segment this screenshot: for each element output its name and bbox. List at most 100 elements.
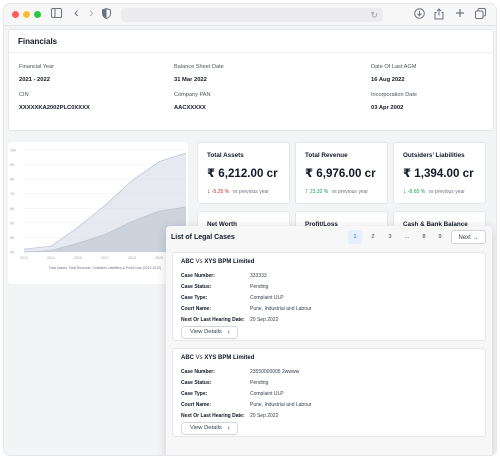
arrow-right-icon: →: [472, 235, 479, 241]
x-tick-label: 2012: [20, 256, 28, 260]
incorporation-date-label: Incorporation Date: [371, 92, 418, 98]
page-ellipsis: ...: [404, 234, 410, 240]
download-icon[interactable]: [414, 8, 425, 23]
trend-percent: -8.65 %: [407, 189, 426, 195]
x-tick-label: 2015: [74, 256, 82, 260]
legal-case-card: ABC Vs XYS BPM Limited Case Number: 3333…: [172, 252, 486, 341]
page-8-button[interactable]: 8: [417, 230, 431, 244]
financials-chart: 10K 9K 8K 7K 6K 5K 4K 3K 2012 2014 2015 2017 2019 202…: [8, 142, 188, 284]
financial-year-label: Financial Year: [19, 64, 55, 70]
stat-title: Total Revenue: [305, 152, 348, 159]
browser-toolbar: ‹ › ↻: [4, 4, 496, 26]
financial-year-value: 2021 - 2022: [19, 77, 50, 83]
court-name-value: Pune, Industrial and Labour: [250, 402, 312, 408]
court-name-value: Pune, Industrial and Labour: [250, 306, 312, 312]
total-assets-card: Total Assets ₹ 6,212.00 cr ↓ -5.25 % vs …: [197, 142, 290, 204]
y-tick-label: 7K: [10, 192, 15, 196]
chevron-right-icon: ›: [227, 329, 230, 336]
cin-label: CIN: [19, 92, 29, 98]
legal-cases-panel: List of Legal Cases 1 2 3 ... 8 9 Next →…: [166, 226, 492, 455]
company-pan-value: AACXXXXX: [174, 105, 206, 111]
browser-window: ‹ › ↻ Financials Financial Year 2021 - 2…: [3, 3, 497, 456]
y-tick-label: 8K: [10, 178, 15, 182]
arrow-down-icon: ↓: [403, 188, 407, 195]
y-tick-label: 4K: [10, 236, 15, 240]
page-3-button[interactable]: 3: [383, 230, 397, 244]
share-icon[interactable]: [434, 8, 444, 24]
new-tab-icon[interactable]: [455, 8, 465, 22]
legal-cases-title: List of Legal Cases: [171, 234, 235, 241]
chart-caption: Total Assets, Total Revenue, Outsiders L…: [49, 266, 161, 270]
arrow-up-icon: ↑: [305, 188, 309, 195]
case-status-value: Pending: [250, 284, 269, 290]
view-details-button[interactable]: View Details ›: [181, 326, 238, 339]
case-type-value: Complaint ULP: [250, 391, 284, 397]
case-type-value: Complaint ULP: [250, 295, 284, 301]
case-title: ABC Vs XYS BPM Limited: [181, 355, 255, 361]
maximize-window-button[interactable]: [34, 11, 41, 18]
last-agm-date-label: Date Of Last AGM: [371, 64, 417, 70]
tab-overview-icon[interactable]: [475, 8, 486, 23]
y-tick-label: 6K: [10, 207, 15, 211]
sidebar-toggle-icon[interactable]: [51, 8, 62, 22]
financials-title: Financials: [18, 37, 58, 46]
page-2-button[interactable]: 2: [366, 230, 380, 244]
last-agm-date-value: 16 Aug 2022: [371, 77, 405, 83]
area-chart: 10K 9K 8K 7K 6K 5K 4K 3K 2012 2014 2015 2017 2019 202…: [10, 149, 188, 271]
reload-icon[interactable]: ↻: [370, 8, 378, 22]
next-label: Next: [458, 235, 471, 241]
case-type-label: Case Type:: [181, 391, 208, 397]
trend-suffix: vs previous year: [331, 189, 369, 195]
minimize-window-button[interactable]: [23, 11, 30, 18]
trend-suffix: vs previous year: [232, 189, 269, 195]
stat-title: Outsiders’ Liabilities: [403, 152, 465, 159]
legal-case-card: ABC Vs XYS BPM Limited Case Number: 2355…: [172, 348, 486, 437]
total-revenue-card: Total Revenue ₹ 6,976.00 cr ↑ 23.32 % vs…: [295, 142, 388, 204]
y-tick-label: 9K: [10, 163, 15, 167]
outsiders-liabilities-card: Outsiders’ Liabilities ₹ 1,394.00 cr ↓ -…: [393, 142, 486, 204]
company-pan-label: Company PAN: [174, 92, 211, 98]
forward-icon[interactable]: ›: [89, 5, 94, 19]
stat-trend: ↓ -5.25 % vs previous year: [207, 188, 269, 195]
court-name-label: Court Name:: [181, 306, 212, 312]
stat-value: ₹ 6,976.00 cr: [305, 167, 376, 180]
address-bar[interactable]: ↻: [121, 8, 383, 22]
shield-icon[interactable]: [102, 7, 111, 23]
page-9-button[interactable]: 9: [433, 230, 447, 244]
stat-title: Total Assets: [207, 152, 244, 159]
case-number-label: Case Number:: [181, 273, 215, 279]
x-tick-label: 2017: [101, 256, 109, 260]
x-tick-label: 2019: [128, 256, 136, 260]
case-title: ABC Vs XYS BPM Limited: [181, 259, 255, 265]
page-1-button[interactable]: 1: [348, 230, 362, 244]
next-hearing-value: 20 Sep 2022: [250, 317, 279, 323]
stat-trend: ↑ 23.32 % vs previous year: [305, 188, 368, 195]
y-tick-label: 10K: [10, 149, 17, 153]
case-number-value: 23550000005 2wwww: [250, 369, 300, 375]
divider: [9, 52, 493, 53]
back-icon[interactable]: ‹: [74, 5, 79, 19]
page-content: Financials Financial Year 2021 - 2022 Ba…: [4, 26, 496, 455]
view-details-button[interactable]: View Details ›: [181, 422, 238, 435]
chevron-right-icon: ›: [227, 425, 230, 432]
stat-trend: ↓ -8.65 % vs previous year: [403, 188, 465, 195]
close-window-button[interactable]: [12, 11, 19, 18]
stat-value: ₹ 1,394.00 cr: [403, 167, 474, 180]
next-page-button[interactable]: Next →: [451, 230, 486, 244]
y-tick-label: 3K: [10, 251, 15, 255]
balance-sheet-date-value: 31 Mar 2022: [174, 77, 207, 83]
x-tick-label: 2014: [47, 256, 55, 260]
case-status-value: Pending: [250, 380, 269, 386]
arrow-down-icon: ↓: [207, 188, 211, 195]
y-tick-label: 5K: [10, 221, 15, 225]
case-status-label: Case Status:: [181, 380, 212, 386]
next-hearing-label: Next Or Last Hearing Date:: [181, 317, 245, 323]
balance-sheet-date-label: Balance Sheet Date: [174, 64, 224, 70]
court-name-label: Court Name:: [181, 402, 212, 408]
next-hearing-label: Next Or Last Hearing Date:: [181, 413, 245, 419]
trend-suffix: vs previous year: [428, 189, 465, 195]
trend-percent: 23.32 %: [309, 189, 329, 195]
case-type-label: Case Type:: [181, 295, 208, 301]
case-number-value: 333333: [250, 273, 267, 279]
incorporation-date-value: 03 Apr 2002: [371, 105, 404, 111]
